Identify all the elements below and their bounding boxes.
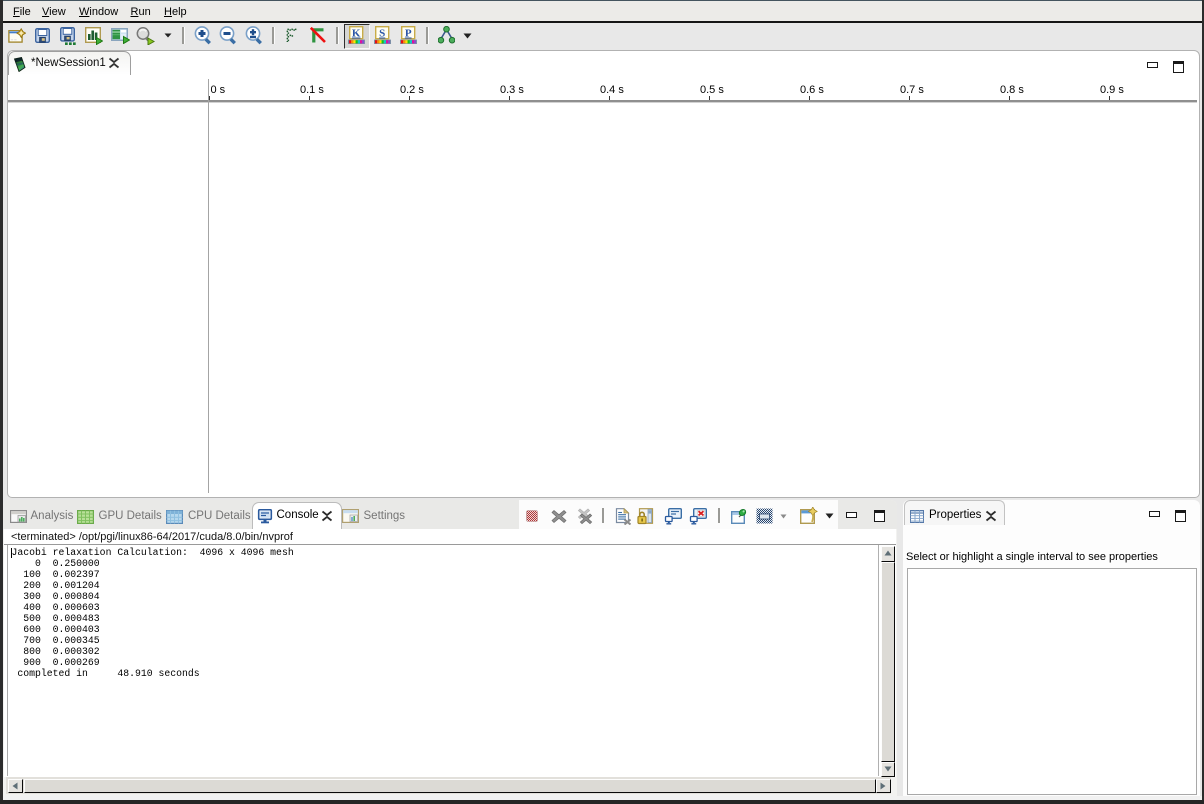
- svg-text:P: P: [404, 28, 411, 40]
- svg-text:S: S: [379, 28, 385, 40]
- svg-text:K: K: [352, 28, 361, 40]
